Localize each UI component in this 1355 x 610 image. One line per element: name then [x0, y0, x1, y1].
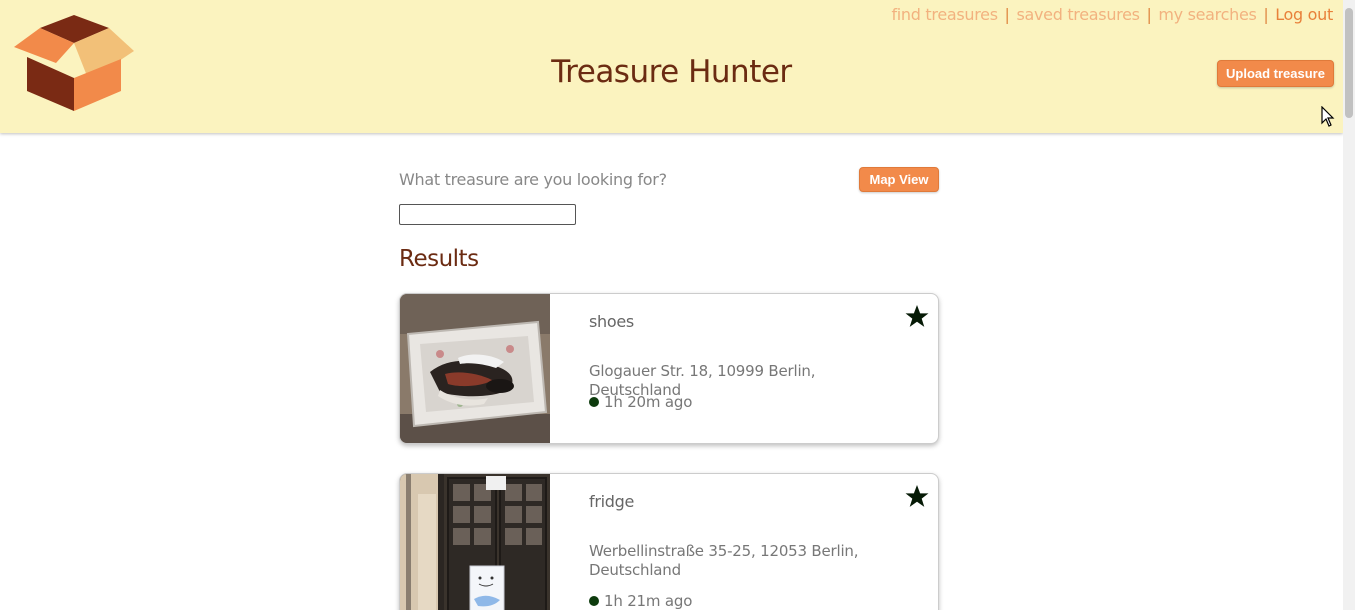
page-scrollbar[interactable]	[1343, 0, 1355, 610]
nav-saved-treasures-link[interactable]: saved treasures	[1016, 5, 1140, 24]
nav-my-searches-link[interactable]: my searches	[1158, 5, 1256, 24]
map-view-button[interactable]: Map View	[859, 167, 939, 192]
app-title: Treasure Hunter	[551, 54, 792, 90]
status-dot	[589, 596, 599, 606]
nav-separator: |	[1004, 5, 1010, 24]
search-label: What treasure are you looking for?	[399, 170, 667, 189]
treasure-address: Werbellinstraße 35-25, 12053 Berlin, Deu…	[589, 542, 859, 579]
treasure-time: 1h 21m ago	[589, 592, 692, 610]
treasure-time-label: 1h 21m ago	[604, 592, 693, 610]
nav-logout-link[interactable]: Log out	[1275, 5, 1333, 24]
results-heading: Results	[399, 246, 479, 272]
treasure-card[interactable]: shoes Glogauer Str. 18, 10999 Berlin, De…	[399, 293, 939, 444]
nav-separator: |	[1263, 5, 1269, 24]
treasure-name[interactable]: shoes	[589, 312, 634, 331]
save-star-icon[interactable]	[904, 484, 930, 509]
treasure-time: 1h 20m ago	[589, 393, 692, 411]
treasure-photo	[400, 294, 550, 443]
header: Treasure Hunter find treasures | saved t…	[0, 0, 1343, 133]
nav-find-treasures-link[interactable]: find treasures	[891, 5, 998, 24]
treasure-card[interactable]: fridge Werbellinstraße 35-25, 12053 Berl…	[399, 473, 939, 610]
treasure-photo	[400, 474, 550, 610]
mouse-pointer-icon	[1321, 106, 1335, 127]
treasure-name[interactable]: fridge	[589, 492, 634, 511]
nav-separator: |	[1146, 5, 1152, 24]
save-star-icon[interactable]	[904, 304, 930, 329]
scrollbar-thumb[interactable]	[1345, 8, 1353, 118]
treasure-time-label: 1h 20m ago	[604, 393, 693, 411]
search-input[interactable]	[399, 204, 576, 225]
upload-treasure-button[interactable]: Upload treasure	[1217, 60, 1334, 87]
status-dot	[589, 397, 599, 407]
top-navigation: find treasures | saved treasures | my se…	[891, 5, 1333, 24]
